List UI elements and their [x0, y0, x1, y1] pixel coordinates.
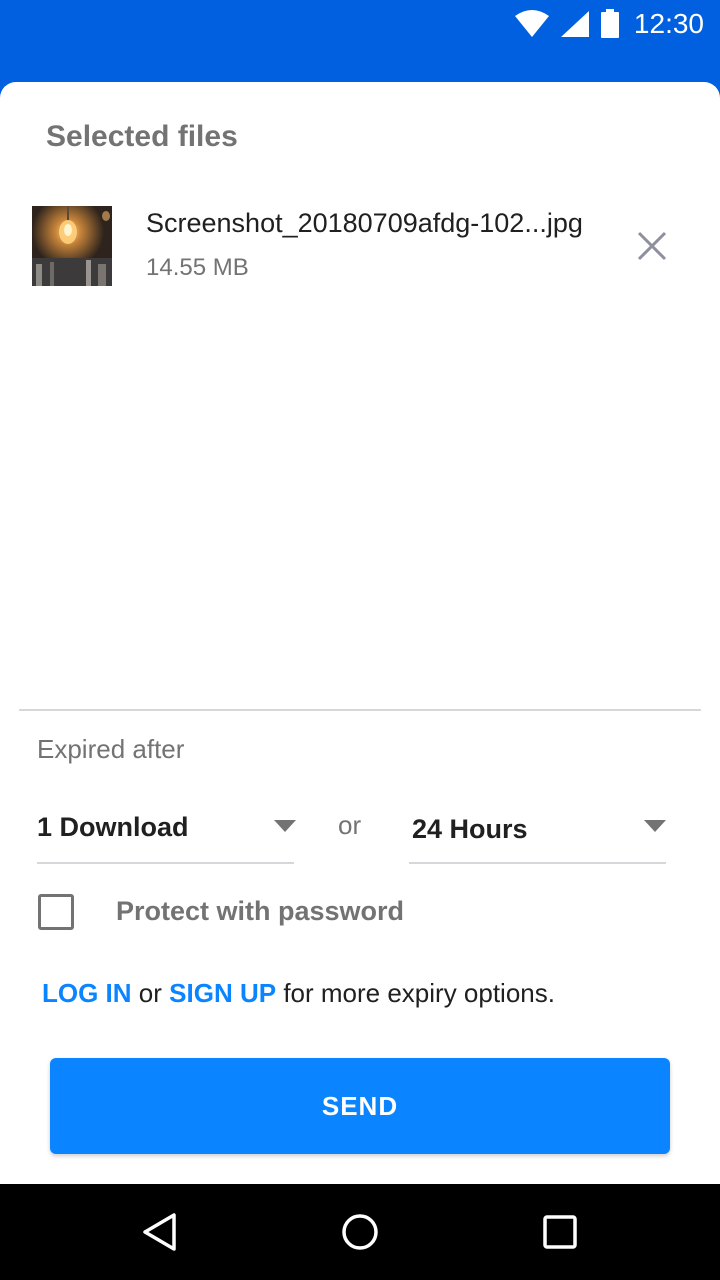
send-button[interactable]: SEND	[50, 1058, 670, 1154]
account-prompt-suffix: for more expiry options.	[283, 978, 555, 1008]
password-option: Protect with password	[38, 894, 638, 930]
password-checkbox-label[interactable]: Protect with password	[116, 896, 404, 927]
file-size: 14.55 MB	[146, 254, 249, 281]
status-time: 12:30	[633, 8, 704, 39]
expiry-label: Expired after	[37, 734, 185, 764]
or-separator: or	[338, 810, 362, 840]
download-limit-value: 1 Download	[37, 812, 189, 842]
signup-link[interactable]: SIGN UP	[169, 978, 276, 1008]
back-icon[interactable]	[140, 1212, 180, 1252]
account-prompt: LOG IN or SIGN UP for more expiry option…	[42, 978, 555, 1009]
time-limit-value: 24 Hours	[412, 814, 528, 844]
recents-icon[interactable]	[540, 1212, 580, 1252]
file-list-item: Screenshot_20180709afdg-102...jpg 14.55 …	[0, 204, 720, 288]
upload-sheet: Selected files Screenshot_20180709afdg-1…	[0, 82, 720, 1184]
divider	[19, 709, 701, 711]
remove-file-button[interactable]	[632, 226, 672, 266]
close-icon	[637, 231, 667, 261]
caret-down-icon	[644, 820, 666, 832]
file-name: Screenshot_20180709afdg-102...jpg	[146, 208, 583, 238]
signal-icon	[560, 11, 589, 37]
status-bar: 12:30	[0, 0, 720, 48]
file-thumbnail	[32, 206, 112, 286]
wifi-icon	[514, 10, 549, 37]
download-limit-select[interactable]: 1 Download	[37, 804, 296, 864]
password-checkbox[interactable]	[38, 894, 74, 930]
status-icons: 12:30	[514, 8, 704, 40]
login-link[interactable]: LOG IN	[42, 978, 132, 1008]
account-prompt-or: or	[138, 978, 162, 1008]
section-title: Selected files	[46, 120, 238, 153]
battery-icon	[600, 9, 619, 38]
caret-down-icon	[274, 820, 296, 832]
time-limit-select[interactable]: 24 Hours	[409, 804, 666, 864]
navigation-bar	[0, 1184, 720, 1280]
home-icon[interactable]	[340, 1212, 380, 1252]
